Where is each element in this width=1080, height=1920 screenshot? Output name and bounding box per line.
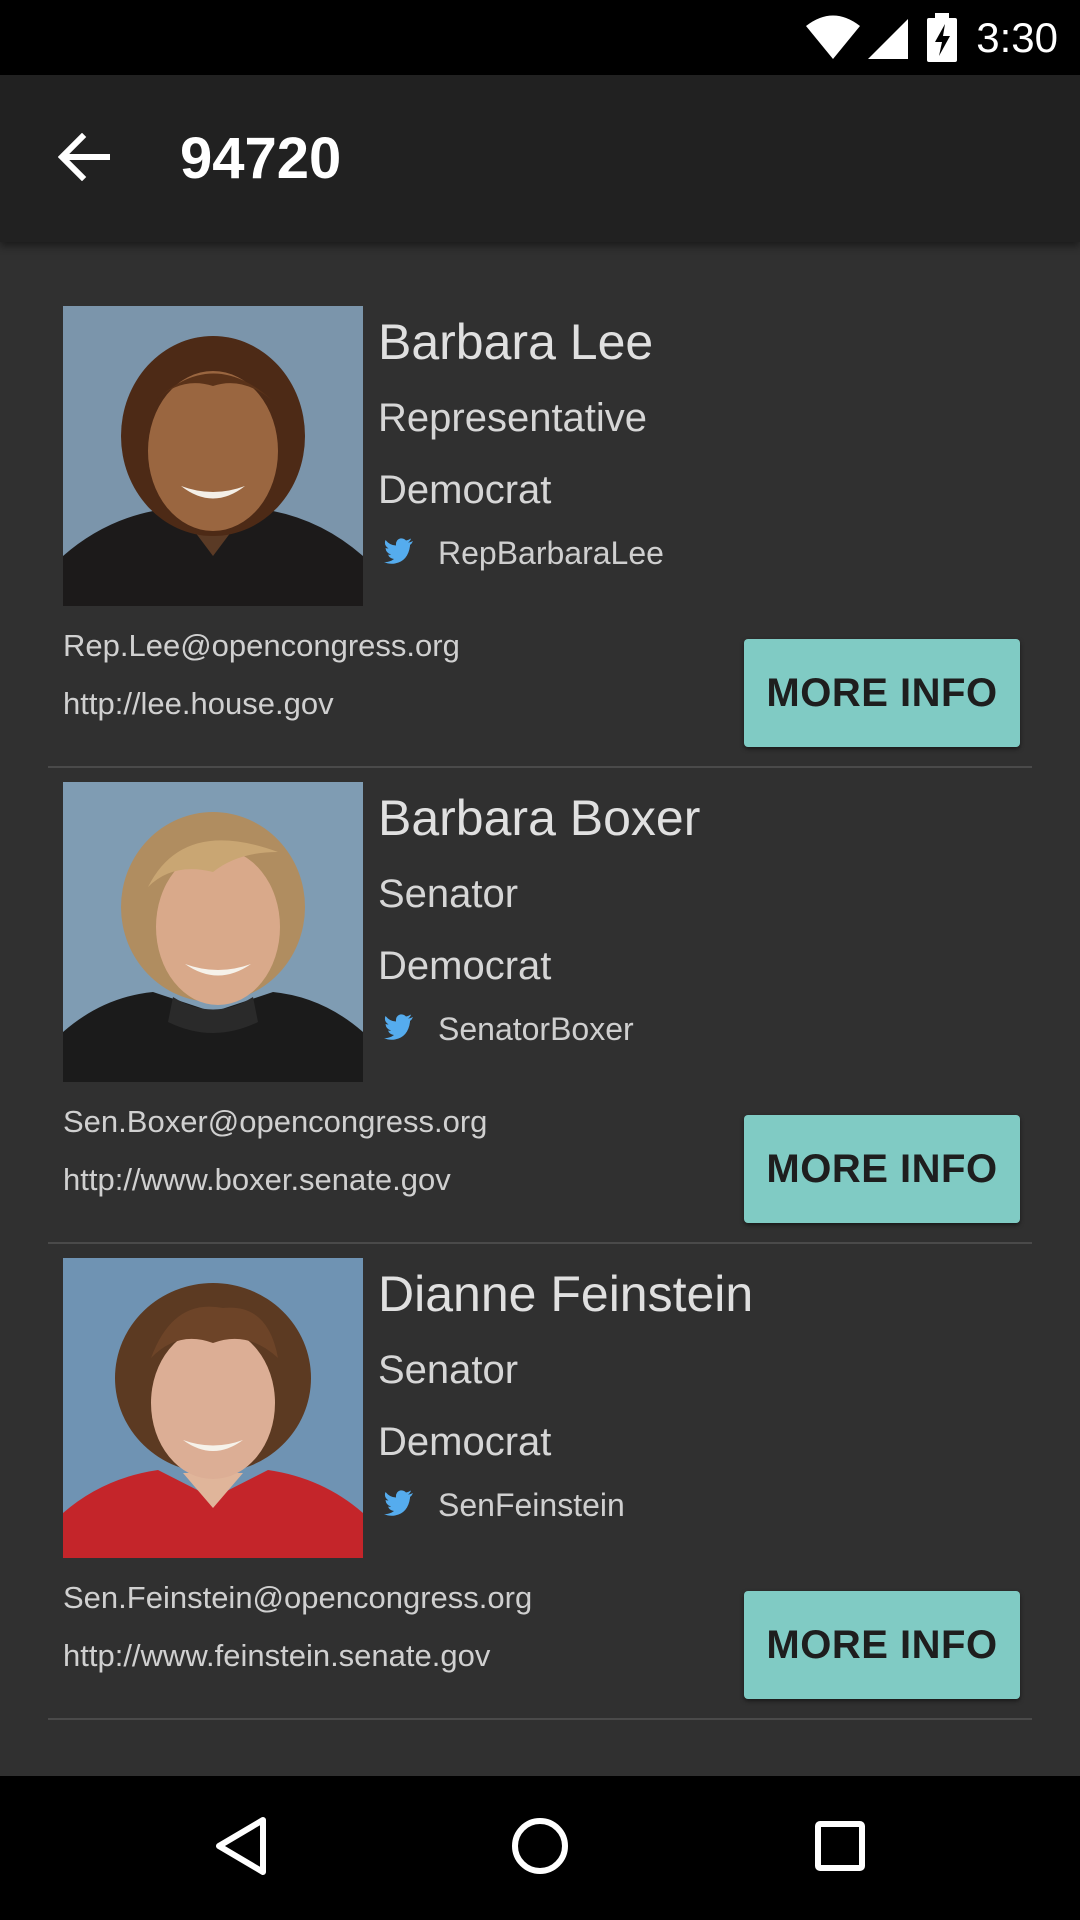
twitter-link[interactable]: SenFeinstein bbox=[384, 1484, 625, 1526]
status-time: 3:30 bbox=[976, 13, 1058, 61]
twitter-icon bbox=[384, 1489, 414, 1521]
card-divider bbox=[48, 1718, 1032, 1720]
home-circle-icon bbox=[510, 1816, 570, 1881]
portrait-photo bbox=[63, 306, 363, 606]
portrait-photo bbox=[63, 782, 363, 1082]
representative-card: Barbara Lee Representative Democrat RepB… bbox=[0, 242, 1080, 768]
representative-role: Senator bbox=[378, 1348, 519, 1392]
twitter-link[interactable]: RepBarbaraLee bbox=[384, 532, 664, 574]
representative-card: Barbara Boxer Senator Democrat SenatorBo… bbox=[0, 718, 1080, 1244]
more-info-button[interactable]: MORE INFO bbox=[744, 1591, 1020, 1699]
representative-name: Dianne Feinstein bbox=[378, 1266, 754, 1322]
twitter-icon bbox=[384, 1013, 414, 1045]
arrow-back-icon bbox=[57, 132, 111, 186]
back-button[interactable] bbox=[44, 119, 124, 199]
twitter-handle[interactable]: SenFeinstein bbox=[438, 1487, 625, 1524]
twitter-link[interactable]: SenatorBoxer bbox=[384, 1008, 634, 1050]
representative-card: Dianne Feinstein Senator Democrat SenFei… bbox=[0, 1194, 1080, 1720]
status-bar: 3:30 bbox=[0, 0, 1080, 75]
representative-party: Democrat bbox=[378, 468, 552, 512]
twitter-handle[interactable]: RepBarbaraLee bbox=[438, 535, 664, 572]
recents-square-icon bbox=[814, 1820, 866, 1877]
back-triangle-icon bbox=[213, 1816, 269, 1881]
representative-role: Senator bbox=[378, 872, 519, 916]
representative-name: Barbara Boxer bbox=[378, 790, 701, 846]
representative-party: Democrat bbox=[378, 944, 552, 988]
email-link[interactable]: Sen.Boxer@opencongress.org bbox=[63, 1102, 487, 1142]
representative-party: Democrat bbox=[378, 1420, 552, 1464]
representative-list: Barbara Lee Representative Democrat RepB… bbox=[0, 242, 1080, 1720]
nav-recents-button[interactable] bbox=[790, 1798, 890, 1898]
representative-name: Barbara Lee bbox=[378, 314, 654, 370]
signal-icon bbox=[866, 15, 910, 61]
email-link[interactable]: Sen.Feinstein@opencongress.org bbox=[63, 1578, 532, 1618]
twitter-icon bbox=[384, 537, 414, 569]
portrait-photo bbox=[63, 1258, 363, 1558]
email-link[interactable]: Rep.Lee@opencongress.org bbox=[63, 626, 460, 666]
status-icons: 3:30 bbox=[804, 0, 1058, 75]
navigation-bar bbox=[0, 1776, 1080, 1920]
twitter-handle[interactable]: SenatorBoxer bbox=[438, 1011, 634, 1048]
nav-back-button[interactable] bbox=[191, 1798, 291, 1898]
page-title: 94720 bbox=[180, 126, 342, 191]
wifi-icon bbox=[804, 15, 862, 61]
representative-role: Representative bbox=[378, 396, 648, 440]
website-link[interactable]: http://www.feinstein.senate.gov bbox=[63, 1636, 490, 1676]
battery-charging-icon bbox=[926, 12, 958, 63]
app-bar: 94720 bbox=[0, 75, 1080, 242]
nav-home-button[interactable] bbox=[490, 1798, 590, 1898]
